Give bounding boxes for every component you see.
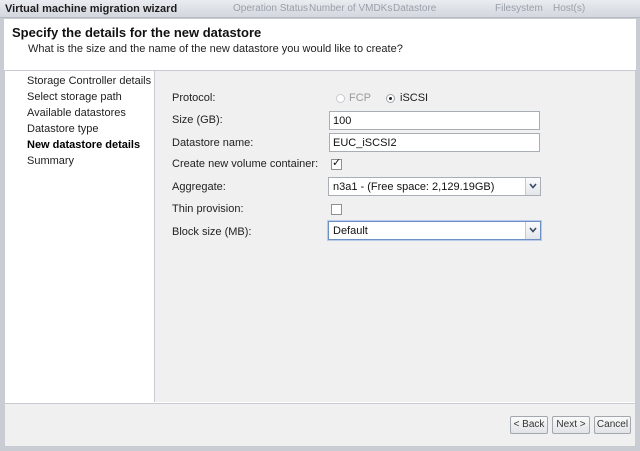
page-title: Specify the details for the new datastor… — [12, 25, 262, 40]
aggregate-dropdown-button[interactable] — [525, 178, 540, 195]
volume-container-checkbox[interactable]: ✓ — [331, 157, 342, 170]
background-column-header: Host(s) — [553, 3, 586, 14]
aggregate-label: Aggregate: — [172, 181, 226, 193]
block-size-value: Default — [333, 225, 368, 237]
size-label: Size (GB): — [172, 114, 223, 126]
window-title: Virtual machine migration wizard — [5, 3, 178, 15]
thin-provision-checkbox[interactable] — [331, 204, 342, 215]
size-input[interactable] — [329, 111, 540, 130]
volume-container-label: Create new volume container: — [172, 158, 319, 170]
protocol-label: Protocol: — [172, 92, 216, 104]
wizard-header: Specify the details for the new datastor… — [4, 19, 636, 71]
next-button[interactable]: Next > — [552, 416, 590, 434]
protocol-iscsi-label: iSCSI — [400, 92, 429, 104]
chevron-down-icon — [529, 183, 537, 189]
background-column-header: Filesystem — [495, 3, 543, 14]
block-size-dropdown-button[interactable] — [525, 222, 540, 239]
back-button[interactable]: < Back — [510, 416, 548, 434]
background-column-header: Number of VMDKs — [309, 3, 393, 14]
cancel-button[interactable]: Cancel — [594, 416, 631, 434]
wizard-footer: < Back Next > Cancel — [4, 404, 636, 447]
wizard-steps: Storage Controller details Select storag… — [5, 71, 155, 402]
check-icon: ✓ — [332, 157, 342, 169]
aggregate-select[interactable]: n3a1 - (Free space: 2,129.19GB) — [328, 177, 541, 196]
step-select-storage-path: Select storage path — [27, 91, 122, 103]
datastore-name-input[interactable] — [329, 133, 540, 152]
block-size-select[interactable]: Default — [328, 221, 541, 240]
chevron-down-icon — [529, 227, 537, 233]
wizard-body: Storage Controller details Select storag… — [4, 71, 636, 404]
protocol-iscsi-radio[interactable] — [386, 94, 395, 103]
protocol-fcp-radio[interactable] — [336, 94, 345, 103]
background-column-header: Operation Status — [233, 3, 309, 14]
step-datastore-type: Datastore type — [27, 123, 99, 135]
thin-provision-label: Thin provision: — [172, 203, 244, 215]
step-storage-controller-details: Storage Controller details — [27, 75, 152, 87]
protocol-fcp-label: FCP — [349, 92, 371, 104]
datastore-name-label: Datastore name: — [172, 137, 254, 149]
page-subtitle: What is the size and the name of the new… — [28, 43, 403, 55]
aggregate-value: n3a1 - (Free space: 2,129.19GB) — [333, 181, 495, 193]
step-summary: Summary — [27, 155, 75, 167]
window-titlebar: Virtual machine migration wizard Operati… — [0, 0, 640, 18]
background-column-header: Datastore — [393, 3, 437, 14]
step-new-datastore-details: New datastore details — [27, 139, 141, 151]
form-panel: Protocol: FCP iSCSI Size (GB): Datastore… — [155, 71, 635, 402]
step-available-datastores: Available datastores — [27, 107, 126, 119]
block-size-label: Block size (MB): — [172, 226, 252, 238]
